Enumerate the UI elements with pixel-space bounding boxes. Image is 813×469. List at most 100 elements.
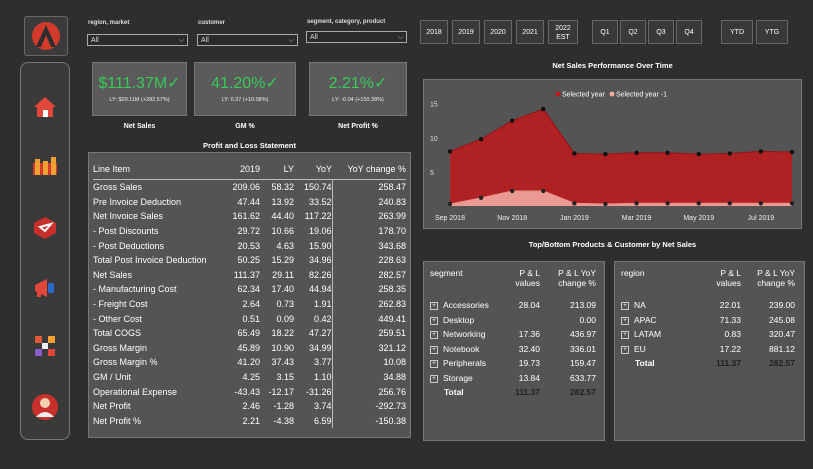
expand-icon[interactable]: + bbox=[621, 302, 629, 310]
region-name: LATAM bbox=[634, 329, 662, 340]
pl-row[interactable]: Net Profit 2.46 -1.28 3.74 -292.73 bbox=[93, 398, 406, 414]
pl-line-item: - Other Cost bbox=[93, 313, 143, 324]
region-header-yoy[interactable]: P & L YoY change % bbox=[741, 266, 795, 298]
expand-icon[interactable]: + bbox=[430, 360, 438, 368]
year-button-2022-est[interactable]: 2022 EST bbox=[548, 20, 578, 44]
pl-row[interactable]: Net Sales 111.37 29.11 82.26 282.57 bbox=[93, 267, 406, 283]
chevron-down-icon: ⌵ bbox=[178, 37, 184, 44]
region-name: NA bbox=[634, 300, 646, 311]
segment-header-values[interactable]: P & L values bbox=[500, 266, 540, 298]
segment-header-segment[interactable]: segment bbox=[430, 266, 500, 298]
region-row[interactable]: + NA 22.01 239.00 bbox=[621, 298, 795, 313]
expand-icon[interactable]: + bbox=[621, 345, 629, 354]
pl-row[interactable]: Net Invoice Sales 161.62 44.40 117.22 263.99 bbox=[93, 209, 406, 224]
segment-value: 19.73 bbox=[518, 358, 540, 369]
segment-total-cell: Total bbox=[444, 387, 464, 398]
pl-value: 62.34 bbox=[237, 284, 260, 295]
pl-row[interactable]: Gross Sales 209.06 58.32 150.74 258.47 bbox=[93, 179, 406, 195]
pl-header-line-item[interactable]: Line Item bbox=[93, 159, 226, 180]
marketing-view-icon[interactable] bbox=[31, 275, 59, 301]
expand-icon[interactable]: + bbox=[621, 316, 629, 325]
segment-row[interactable]: + Peripherals 19.73 159.47 bbox=[430, 356, 596, 371]
expand-icon[interactable]: + bbox=[430, 302, 438, 310]
region-name-cell: + LATAM bbox=[621, 327, 695, 342]
segment-row[interactable]: + Notebook 32.40 336.01 bbox=[430, 342, 596, 357]
year-button-2020[interactable]: 2020 bbox=[484, 20, 512, 44]
pl-header-row: Line Item 2019 LY YoY YoY change % bbox=[93, 159, 406, 180]
pl-row[interactable]: Operational Expense -43.43 -12.17 -31.26 256… bbox=[93, 384, 406, 399]
segment-row[interactable]: + Storage 13.84 633.77 bbox=[430, 371, 596, 386]
region-header-values[interactable]: P & L values bbox=[695, 266, 741, 298]
pl-row[interactable]: - Post Discounts 29.72 10.66 19.06 178.70 bbox=[93, 223, 406, 239]
series-area bbox=[450, 109, 792, 206]
supply-chain-icon[interactable] bbox=[31, 333, 59, 359]
quarter-button-q4[interactable]: Q4 bbox=[676, 20, 702, 44]
pl-title: Profit and Loss Statement bbox=[203, 141, 296, 150]
pl-row[interactable]: Total Post Invoice Deduction 50.25 15.29 34… bbox=[93, 252, 406, 268]
expand-icon[interactable]: + bbox=[430, 345, 438, 354]
expand-icon[interactable]: + bbox=[430, 316, 438, 325]
pl-value: 3.74 bbox=[313, 401, 332, 412]
executive-view-icon[interactable] bbox=[31, 393, 59, 420]
region-value: 22.01 bbox=[719, 300, 741, 311]
y-tick-label: 5 bbox=[430, 170, 434, 177]
pl-row[interactable]: - Post Deductions 20.53 4.63 15.90 343.68 bbox=[93, 238, 406, 253]
year-button-2019[interactable]: 2019 bbox=[452, 20, 480, 44]
kpi-label-gm-pct: GM % bbox=[235, 123, 255, 130]
expand-icon[interactable]: + bbox=[621, 331, 629, 339]
x-tick-label: Jan 2019 bbox=[560, 215, 589, 222]
quarter-button-q2[interactable]: Q2 bbox=[620, 20, 646, 44]
quarter-button-q1[interactable]: Q1 bbox=[592, 20, 618, 44]
pl-row[interactable]: Gross Margin 45.89 10.90 34.99 321.12 bbox=[93, 340, 406, 356]
pl-header-yoy-change[interactable]: YoY change % bbox=[332, 159, 406, 180]
segment-table: segment P & L values P & L YoY change % … bbox=[430, 266, 596, 400]
filter-customer-select[interactable]: All ⌵ bbox=[197, 34, 298, 46]
pl-header-ly[interactable]: LY bbox=[260, 159, 294, 180]
expand-icon[interactable]: + bbox=[430, 374, 438, 383]
pl-value: 0.73 bbox=[276, 299, 294, 310]
region-value: 320.47 bbox=[769, 329, 795, 340]
segment-row[interactable]: + Accessories 28.04 213.09 bbox=[430, 298, 596, 313]
pl-value: 228.63 bbox=[331, 252, 406, 268]
pl-value: 47.44 bbox=[237, 196, 260, 207]
pl-value: 33.52 bbox=[308, 196, 332, 207]
kpi-subtext: LY: 0.37 (+10.08%) bbox=[221, 97, 269, 103]
period-button-ytg[interactable]: YTG bbox=[756, 20, 788, 44]
pl-value: 47.27 bbox=[308, 328, 332, 339]
segment-row[interactable]: + Networking 17.36 436.97 bbox=[430, 327, 596, 342]
quarter-button-q3[interactable]: Q3 bbox=[648, 20, 674, 44]
pl-row[interactable]: Gross Margin % 41.20 37.43 3.77 10.08 bbox=[93, 355, 406, 370]
period-button-ytd[interactable]: YTD bbox=[721, 20, 753, 44]
finance-view-icon[interactable] bbox=[31, 155, 59, 181]
segment-value bbox=[500, 313, 540, 328]
pl-header-2019[interactable]: 2019 bbox=[226, 159, 260, 180]
logo-icon bbox=[32, 22, 60, 50]
sales-view-icon[interactable] bbox=[31, 215, 59, 241]
region-header-region[interactable]: region bbox=[621, 266, 695, 298]
filter-segment-select[interactable]: All ⌵ bbox=[306, 31, 407, 43]
segment-value: 28.04 bbox=[518, 300, 540, 311]
pl-row[interactable]: - Manufacturing Cost 62.34 17.40 44.94 258.3… bbox=[93, 282, 406, 297]
data-point bbox=[541, 188, 546, 194]
pl-row[interactable]: - Freight Cost 2.64 0.73 1.91 262.83 bbox=[93, 296, 406, 312]
year-button-2018[interactable]: 2018 bbox=[420, 20, 448, 44]
pl-row[interactable]: Pre Invoice Deduction 47.44 13.92 33.52 240.… bbox=[93, 194, 406, 210]
data-point bbox=[447, 149, 453, 154]
filter-segment-value: All bbox=[310, 34, 318, 41]
expand-icon[interactable]: + bbox=[430, 331, 438, 339]
year-button-2021[interactable]: 2021 bbox=[516, 20, 544, 44]
region-row[interactable]: + LATAM 0.83 320.47 bbox=[621, 327, 795, 342]
pl-row[interactable]: Total COGS 65.49 18.22 47.27 259.51 bbox=[93, 325, 406, 341]
home-icon[interactable] bbox=[31, 95, 59, 121]
region-row[interactable]: + APAC 71.33 245.08 bbox=[621, 313, 795, 328]
filter-region-select[interactable]: All ⌵ bbox=[87, 34, 188, 46]
pl-row[interactable]: GM / Unit 4.25 3.15 1.10 34.88 bbox=[93, 369, 406, 385]
segment-row[interactable]: + Desktop 0.00 bbox=[430, 313, 596, 328]
pl-row[interactable]: - Other Cost 0.51 0.09 0.42 449.41 bbox=[93, 311, 406, 326]
segment-header-yoy[interactable]: P & L YoY change % bbox=[540, 266, 596, 298]
region-row[interactable]: + EU 17.22 881.12 bbox=[621, 342, 795, 357]
data-point bbox=[541, 106, 546, 112]
pl-header-yoy[interactable]: YoY bbox=[294, 159, 332, 180]
pl-row[interactable]: Net Profit % 2.21 -4.38 6.59 -150.38 bbox=[93, 413, 406, 429]
y-tick-label: 15 bbox=[430, 102, 438, 109]
